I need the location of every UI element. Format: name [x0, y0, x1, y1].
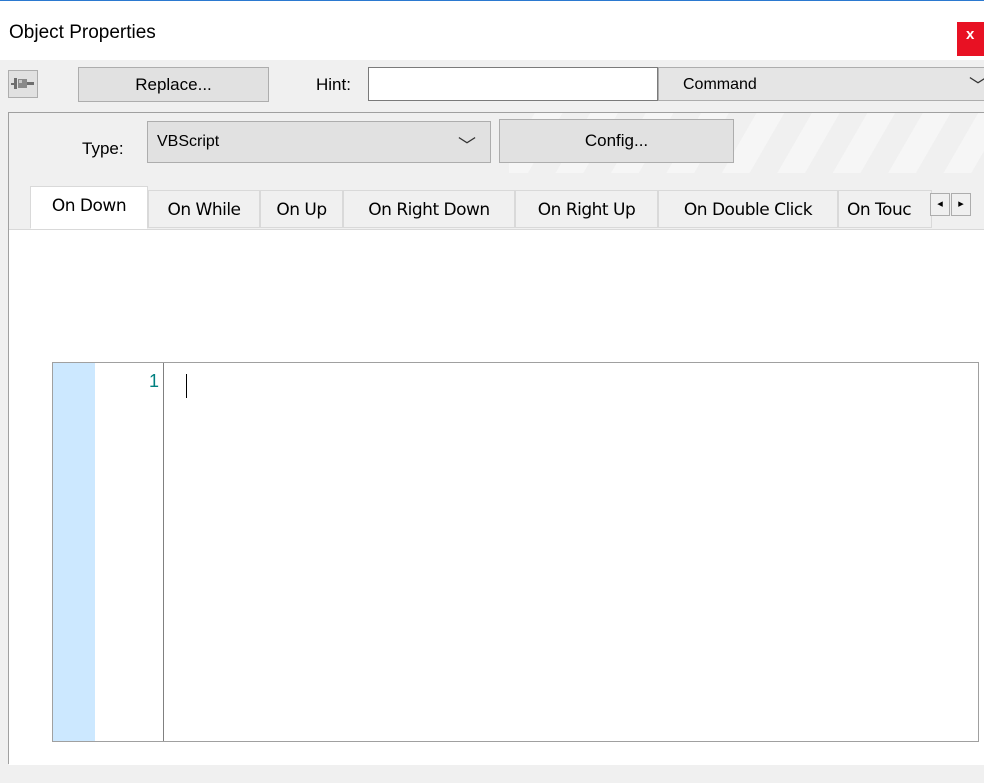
tab-on-up[interactable]: On Up [260, 190, 343, 228]
replace-button[interactable]: Replace... [78, 67, 269, 102]
hint-label: Hint: [316, 75, 351, 94]
close-button[interactable]: x [957, 22, 984, 56]
toolbar: Replace... Hint: Command ﹀ [0, 60, 984, 112]
arrow-right-icon: ▸ [958, 198, 964, 210]
chevron-down-icon: ﹀ [458, 136, 476, 156]
pushpin-icon [11, 78, 34, 89]
tab-on-touch[interactable]: On Touc [838, 190, 932, 228]
pin-button[interactable] [8, 70, 38, 98]
script-editor[interactable]: 1 [52, 362, 979, 742]
tab-on-down[interactable]: On Down [30, 186, 148, 229]
tab-scroll-left-button[interactable]: ◂ [930, 193, 950, 216]
config-button[interactable]: Config... [499, 119, 734, 163]
command-select-value: Command [683, 76, 757, 93]
chevron-down-icon: ﹀ [969, 72, 984, 98]
event-tabs: On Down On While On Up On Right Down On … [30, 186, 984, 229]
tab-scroll-right-button[interactable]: ▸ [951, 193, 971, 216]
command-select[interactable]: Command ﹀ [658, 67, 984, 101]
text-caret [186, 374, 187, 398]
editor-selection-margin[interactable] [53, 363, 95, 741]
object-properties-window: Object Properties x Replace... Hint: Com… [0, 0, 984, 783]
arrow-left-icon: ◂ [937, 198, 943, 210]
type-label: Type: [82, 139, 124, 158]
properties-panel: Type: VBScript ﹀ Config... On Down On Wh… [8, 112, 984, 765]
tab-on-right-up[interactable]: On Right Up [515, 190, 658, 228]
type-select-value: VBScript [157, 133, 220, 150]
title-bar: Object Properties x [0, 0, 984, 60]
gutter-divider [163, 363, 164, 741]
tab-on-while[interactable]: On While [148, 190, 260, 228]
type-select[interactable]: VBScript ﹀ [147, 121, 491, 163]
hint-input[interactable] [368, 67, 658, 101]
line-number: 1 [148, 371, 159, 391]
tab-on-double-click[interactable]: On Double Click [658, 190, 838, 228]
tab-on-right-down[interactable]: On Right Down [343, 190, 515, 228]
window-title: Object Properties [9, 22, 156, 43]
